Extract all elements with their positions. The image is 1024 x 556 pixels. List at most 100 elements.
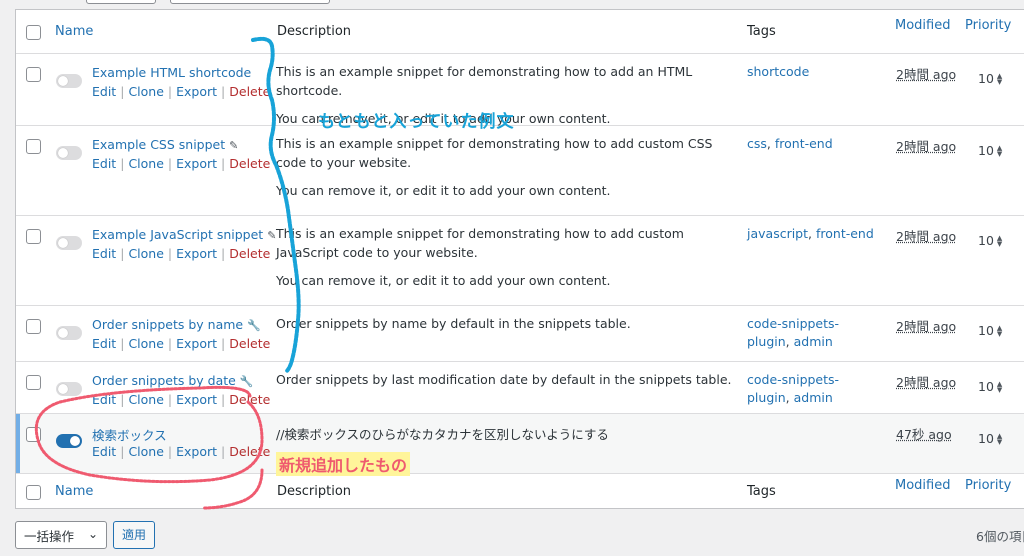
stepper-arrows-icon[interactable]: ▲ ▼ xyxy=(997,144,1002,157)
priority-input[interactable]: 10 ▲ ▼ xyxy=(978,379,1002,394)
priority-value: 10 xyxy=(978,233,994,248)
stepper-arrows-icon[interactable]: ▲ ▼ xyxy=(997,72,1002,85)
select-all-checkbox[interactable] xyxy=(26,25,41,40)
select-all-checkbox-footer[interactable] xyxy=(26,485,41,500)
top-button-partial[interactable] xyxy=(86,0,156,4)
snippet-name-link[interactable]: Example CSS snippet ✎ xyxy=(92,137,238,152)
row-checkbox[interactable] xyxy=(26,427,41,442)
snippet-tags: shortcode xyxy=(747,63,877,81)
clone-link[interactable]: Clone xyxy=(128,156,163,171)
column-name-sort-footer[interactable]: Name xyxy=(55,484,93,499)
table-row: Example HTML shortcode Edit | Clone | Export… xyxy=(16,54,1024,126)
table-footer-row: Name Description Tags Modified Priority xyxy=(16,473,1024,509)
priority-value: 10 xyxy=(978,431,994,446)
snippet-description: Order snippets by last modification date… xyxy=(276,370,738,398)
export-link[interactable]: Export xyxy=(176,392,217,407)
column-priority-sort-footer[interactable]: Priority xyxy=(965,478,1011,493)
tag-link[interactable]: front-end xyxy=(775,136,833,151)
priority-input[interactable]: 10 ▲ ▼ xyxy=(978,233,1002,248)
export-link[interactable]: Export xyxy=(176,156,217,171)
modified-time: 2時間 ago xyxy=(896,229,957,244)
edit-link[interactable]: Edit xyxy=(92,84,116,99)
snippet-active-toggle[interactable] xyxy=(56,382,82,396)
snippet-name-link[interactable]: 検索ボックス xyxy=(92,425,167,444)
column-modified-sort[interactable]: Modified xyxy=(895,18,950,33)
tag-link[interactable]: admin xyxy=(794,390,833,405)
priority-input[interactable]: 10 ▲ ▼ xyxy=(978,143,1002,158)
delete-link[interactable]: Delete xyxy=(229,156,270,171)
snippet-name-link[interactable]: Order snippets by name 🔧 xyxy=(92,317,261,332)
column-tags: Tags xyxy=(747,24,776,39)
bulk-action-select[interactable]: 一括操作 ⌄ xyxy=(15,521,107,549)
snippet-active-toggle[interactable] xyxy=(56,74,82,88)
delete-link[interactable]: Delete xyxy=(229,84,270,99)
modified-time: 47秒 ago xyxy=(896,427,952,442)
export-link[interactable]: Export xyxy=(176,84,217,99)
column-name-sort[interactable]: Name xyxy=(55,24,93,39)
apply-button[interactable]: 適用 xyxy=(113,521,155,549)
snippet-name: Order snippets by date xyxy=(92,373,236,388)
snippet-tags: css, front-end xyxy=(747,135,877,153)
snippet-active-toggle[interactable] xyxy=(56,236,82,250)
snippet-active-toggle[interactable] xyxy=(56,434,82,448)
tag-link[interactable]: admin xyxy=(794,334,833,349)
annotation-newly-added: 新規追加したもの xyxy=(276,452,411,476)
delete-link[interactable]: Delete xyxy=(229,336,270,351)
tag-link[interactable]: javascript xyxy=(747,226,808,241)
stepper-arrows-icon[interactable]: ▲ ▼ xyxy=(997,324,1002,337)
row-checkbox[interactable] xyxy=(26,139,41,154)
snippet-name-link[interactable]: Example JavaScript snippet ✎ xyxy=(92,227,276,242)
row-checkbox[interactable] xyxy=(26,319,41,334)
priority-value: 10 xyxy=(978,143,994,158)
column-modified-sort-footer[interactable]: Modified xyxy=(895,478,950,493)
export-link[interactable]: Export xyxy=(176,336,217,351)
tag-link[interactable]: shortcode xyxy=(747,64,809,79)
column-description: Description xyxy=(277,24,352,39)
clone-link[interactable]: Clone xyxy=(128,336,163,351)
tag-link[interactable]: css xyxy=(747,136,767,151)
delete-link[interactable]: Delete xyxy=(229,392,270,407)
tag-link[interactable]: front-end xyxy=(816,226,874,241)
snippet-name-link[interactable]: Order snippets by date 🔧 xyxy=(92,373,254,388)
delete-link[interactable]: Delete xyxy=(229,444,270,459)
row-actions: Edit | Clone | Export | Delete xyxy=(92,84,271,99)
top-select-partial[interactable] xyxy=(170,0,330,4)
table-row: 検索ボックス Edit | Clone | Export | Delete //検索ボックス… xyxy=(16,414,1024,473)
edit-link[interactable]: Edit xyxy=(92,156,116,171)
edit-link[interactable]: Edit xyxy=(92,392,116,407)
annotation-original-examples: もともと入っていた例文 xyxy=(318,112,515,132)
priority-input[interactable]: 10 ▲ ▼ xyxy=(978,323,1002,338)
edit-link[interactable]: Edit xyxy=(92,246,116,261)
priority-input[interactable]: 10 ▲ ▼ xyxy=(978,431,1002,446)
priority-value: 10 xyxy=(978,71,994,86)
edit-link[interactable]: Edit xyxy=(92,444,116,459)
tag-separator: , xyxy=(808,226,816,241)
delete-link[interactable]: Delete xyxy=(229,246,270,261)
snippet-active-toggle[interactable] xyxy=(56,326,82,340)
clone-link[interactable]: Clone xyxy=(128,392,163,407)
modified-time: 2時間 ago xyxy=(896,67,957,82)
clone-link[interactable]: Clone xyxy=(128,444,163,459)
clone-link[interactable]: Clone xyxy=(128,246,163,261)
snippet-name: Example HTML shortcode xyxy=(92,65,252,80)
snippet-description: This is an example snippet for demonstra… xyxy=(276,134,738,209)
row-checkbox[interactable] xyxy=(26,229,41,244)
row-checkbox[interactable] xyxy=(26,375,41,390)
snippet-name: Example CSS snippet xyxy=(92,137,226,152)
snippet-active-toggle[interactable] xyxy=(56,146,82,160)
clone-link[interactable]: Clone xyxy=(128,84,163,99)
stepper-arrows-icon[interactable]: ▲ ▼ xyxy=(997,432,1002,445)
snippet-description: //検索ボックスのひらがなカタカナを区別しないようにする xyxy=(276,425,738,453)
row-checkbox[interactable] xyxy=(26,67,41,82)
export-link[interactable]: Export xyxy=(176,444,217,459)
row-actions: Edit | Clone | Export | Delete xyxy=(92,246,271,261)
export-link[interactable]: Export xyxy=(176,246,217,261)
snippet-name-link[interactable]: Example HTML shortcode xyxy=(92,65,251,80)
column-priority-sort[interactable]: Priority xyxy=(965,18,1011,33)
bulk-action-label: 一括操作 xyxy=(24,529,75,544)
edit-link[interactable]: Edit xyxy=(92,336,116,351)
column-tags-footer: Tags xyxy=(747,484,776,499)
priority-input[interactable]: 10 ▲ ▼ xyxy=(978,71,1002,86)
stepper-arrows-icon[interactable]: ▲ ▼ xyxy=(997,234,1002,247)
stepper-arrows-icon[interactable]: ▲ ▼ xyxy=(997,380,1002,393)
